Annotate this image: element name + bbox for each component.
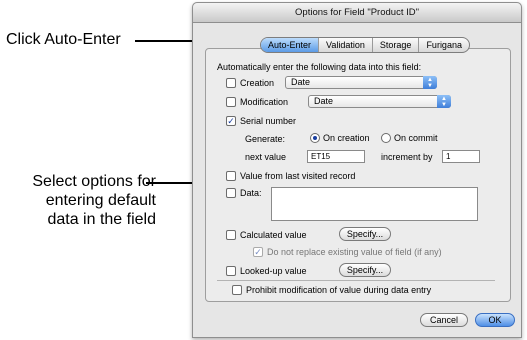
updown-arrows-icon: ▲ ▼ [437,95,451,108]
panel-heading: Automatically enter the following data i… [217,62,422,72]
tab-auto-enter[interactable]: Auto-Enter [261,38,320,52]
on-creation-label: On creation [323,133,370,143]
on-commit-radio[interactable] [381,133,391,143]
increment-input[interactable]: 1 [442,150,480,163]
tab-bar: Auto-Enter Validation Storage Furigana [260,37,470,53]
checkmark-icon: ✓ [254,247,262,257]
do-not-replace-checkbox[interactable]: ✓ [253,247,263,257]
last-visited-checkbox[interactable] [226,171,236,181]
tab-storage[interactable]: Storage [373,38,420,52]
tab-validation[interactable]: Validation [319,38,373,52]
prohibit-modification-label: Prohibit modification of value during da… [246,285,432,295]
on-creation-radio[interactable] [310,133,320,143]
increment-by-label: increment by [381,152,433,162]
serial-number-checkbox[interactable]: ✓ [226,116,236,126]
generate-label: Generate: [245,134,286,144]
creation-select-value: Date [291,77,311,87]
dialog-title: Options for Field "Product ID" [193,3,521,23]
modification-select[interactable]: Date ▲ ▼ [308,95,451,108]
modification-checkbox[interactable] [226,97,236,107]
modification-select-value: Date [314,96,334,106]
data-checkbox[interactable] [226,188,236,198]
callout-line-3: data in the field [47,211,156,228]
callout-line-1: Select options for [32,173,156,190]
looked-up-value-label: Looked-up value [240,266,307,276]
looked-up-specify-button[interactable]: Specify... [339,263,391,277]
calculated-specify-button[interactable]: Specify... [339,227,391,241]
separator [217,280,495,281]
creation-select[interactable]: Date ▲ ▼ [285,76,437,89]
calculated-value-checkbox[interactable] [226,230,236,240]
field-options-dialog: Options for Field "Product ID" Auto-Ente… [192,2,522,338]
last-visited-label: Value from last visited record [240,171,356,181]
cancel-button[interactable]: Cancel [420,313,468,327]
looked-up-value-checkbox[interactable] [226,266,236,276]
data-label: Data: [240,188,262,198]
next-value-input[interactable]: ET15 [307,150,365,163]
calculated-value-label: Calculated value [240,230,307,240]
creation-label: Creation [240,78,275,88]
updown-arrows-icon: ▲ ▼ [423,76,437,89]
callout-select-options: Select options for entering default data… [0,172,156,229]
on-commit-label: On commit [394,133,438,143]
do-not-replace-label: Do not replace existing value of field (… [267,247,442,257]
checkmark-icon: ✓ [227,116,235,126]
prohibit-modification-checkbox[interactable] [232,285,242,295]
creation-checkbox[interactable] [226,78,236,88]
callout-line-2: entering default [45,192,156,209]
modification-label: Modification [240,97,289,107]
callout-auto-enter: Click Auto-Enter [6,31,121,48]
tab-furigana[interactable]: Furigana [419,38,469,52]
next-value-label: next value [245,152,287,162]
ok-button[interactable]: OK [475,313,515,327]
serial-number-label: Serial number [240,116,297,126]
data-textarea[interactable] [271,187,478,221]
